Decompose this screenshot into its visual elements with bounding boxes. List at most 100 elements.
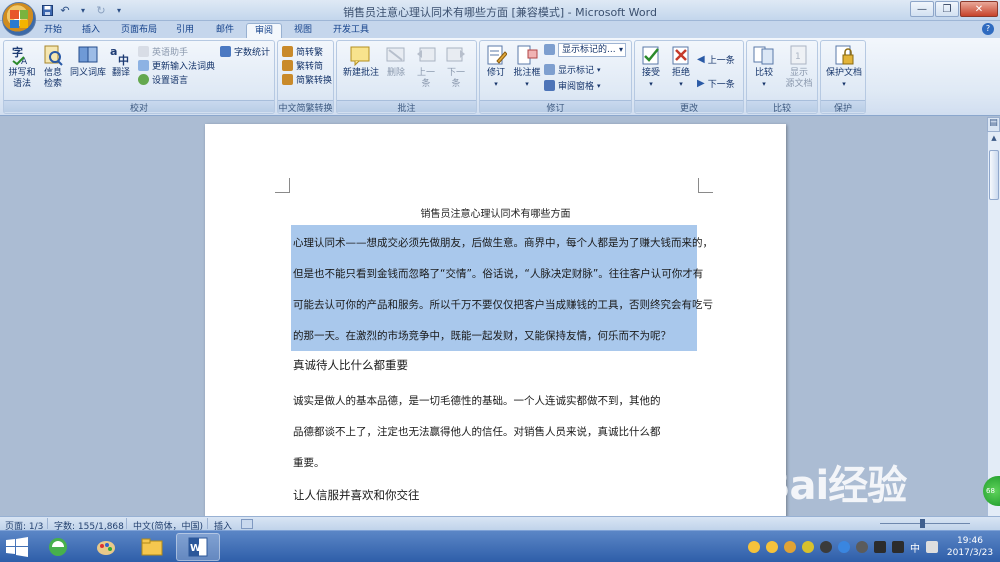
english-assistant-icon [138,46,149,57]
group-compare: 比较 ▾ 1 显示 源文档 比较 [746,40,818,114]
previous-comment-button[interactable]: 上一 条 [413,44,439,90]
convert-button[interactable]: 简繁转换 [282,73,332,86]
display-review-icon [544,44,555,55]
svg-text:1: 1 [795,52,801,62]
close-button[interactable]: ✕ [960,1,998,17]
show-markup-dropdown-icon: ▾ [597,65,601,74]
tray-app-icon[interactable] [784,541,796,553]
crop-mark-top-left [275,178,290,193]
view-ruler-icon[interactable]: ▤ [987,117,1000,132]
taskbar-explorer-icon[interactable] [130,533,174,561]
vertical-scrollbar[interactable]: ▲ [987,132,1000,516]
track-changes-button[interactable]: 修订 ▾ [482,44,510,90]
taskbar-word-icon[interactable]: W [176,533,220,561]
translate-button[interactable]: a中 翻译 [108,44,134,79]
to-simplified-label: 繁转简 [296,62,324,72]
paragraph-1[interactable]: 心理认同术——想成交必须先做朋友，后做生意。商界中，每个人都是为了赚大钱而来的，… [293,228,713,352]
taskbar-ie-icon[interactable] [36,533,80,561]
compare-icon [753,46,774,65]
accept-button[interactable]: 接受 ▾ [637,44,665,90]
tab-view[interactable]: 视图 [286,23,320,38]
zoom-slider[interactable] [880,523,970,524]
tab-page-layout[interactable]: 页面布局 [114,23,164,38]
tab-references[interactable]: 引用 [168,23,202,38]
update-ime-dictionary-button[interactable]: 更新输入法词典 [138,59,215,72]
previous-change-label: 上一条 [707,56,735,66]
document-title: 销售员注意心理认同术有哪些方面 [420,209,571,220]
group-comments: 新建批注 删除 上一 条 下一 条 批注 [336,40,477,114]
restore-button[interactable]: ❐ [935,1,959,17]
display-for-review-select[interactable]: 显示标记的... [558,43,626,57]
delete-comment-button[interactable]: 删除 [383,44,409,79]
set-language-label: 设置语言 [152,76,189,86]
tab-mailings[interactable]: 邮件 [208,23,242,38]
display-for-review-group [544,44,555,55]
previous-change-button[interactable]: ◀ 上一条 [697,53,735,66]
window-title: 销售员注意心理认同术有哪些方面 [兼容模式] - Microsoft Word [343,6,657,19]
set-language-button[interactable]: 设置语言 [138,73,188,86]
zoom-slider-knob[interactable] [920,519,925,528]
scrollbar-thumb[interactable] [989,150,999,200]
to-simplified-button[interactable]: 繁转简 [282,59,323,72]
tray-network-icon[interactable] [874,541,886,553]
thesaurus-icon [78,46,98,63]
next-change-button[interactable]: ▶ 下一条 [697,77,735,90]
spelling-grammar-button[interactable]: 字A 拼写和 语法 [6,44,38,90]
tab-insert[interactable]: 插入 [74,23,108,38]
windows-start-icon[interactable] [6,537,28,557]
tray-app-icon[interactable] [820,541,832,553]
help-icon[interactable]: ? [982,23,994,35]
paragraph-2-line: 诚实是做人的基本品德，是一切毛德性的基础。一个人连诚实都做不到，其他的 [293,395,661,407]
tray-keyboard-icon[interactable] [926,541,938,553]
reject-button[interactable]: 拒绝 ▾ [667,44,695,90]
group-label-comments: 批注 [337,100,476,114]
status-divider [207,518,208,529]
track-changes-label: 修订 [486,68,505,78]
group-tracking: 修订 ▾ 批注框 ▾ 显示标记的... 显示标记 ▾ 审阅窗格 ▾ 修订 [479,40,632,114]
new-comment-button[interactable]: 新建批注 [341,44,381,79]
protect-dropdown-icon: ▾ [842,80,846,88]
tray-app-icon[interactable] [802,541,814,553]
balloons-button[interactable]: 批注框 ▾ [512,44,542,90]
show-markup-icon [544,64,555,75]
paragraph-2[interactable]: 诚实是做人的基本品德，是一切毛德性的基础。一个人连诚实都做不到，其他的 品德都谈… [293,386,703,479]
thesaurus-label: 同义词库 [69,68,106,78]
tab-review[interactable]: 审阅 [246,23,282,38]
ime-indicator[interactable]: 中 [910,540,920,555]
reviewing-pane-button[interactable]: 审阅窗格 ▾ [544,79,601,92]
next-comment-button[interactable]: 下一 条 [443,44,469,90]
spelling-label-line1: 拼写和 [8,68,36,78]
word-count-button[interactable]: 字数统计 [220,45,270,58]
previous-label-line2: 条 [421,79,431,89]
office-button[interactable] [2,2,36,36]
show-markup-button[interactable]: 显示标记 ▾ [544,63,601,76]
balloons-label: 批注框 [513,68,541,78]
system-tray: 中 19:46 2017/3/23 [748,531,1000,562]
tab-developer[interactable]: 开发工具 [326,23,376,38]
english-assistant-button[interactable]: 英语助手 [138,45,188,58]
minimize-button[interactable]: — [910,1,934,17]
scroll-up-icon[interactable]: ▲ [988,132,1000,144]
tray-app-icon[interactable] [838,541,850,553]
group-chinese-conversion: 简转繁 繁转简 简繁转换 中文简繁转换 [277,40,334,114]
compare-button[interactable]: 比较 ▾ [749,44,779,90]
to-traditional-button[interactable]: 简转繁 [282,45,323,58]
tray-app-icon[interactable] [856,541,868,553]
macro-record-icon[interactable] [241,519,253,529]
taskbar-paint-icon[interactable] [84,533,128,561]
tray-qq-icon[interactable] [748,541,760,553]
svg-text:a: a [110,45,117,58]
group-label-changes: 更改 [635,100,743,114]
system-clock[interactable]: 19:46 2017/3/23 [944,535,996,559]
thesaurus-button[interactable]: 同义词库 [68,44,108,79]
group-changes: 接受 ▾ 拒绝 ▾ ◀ 上一条 ▶ 下一条 更改 [634,40,744,114]
compare-dropdown-icon: ▾ [762,80,766,88]
tray-volume-icon[interactable] [892,541,904,553]
research-button[interactable]: 信息 检索 [40,44,66,90]
show-source-button[interactable]: 1 显示 源文档 [781,44,817,90]
tray-qq-icon[interactable] [766,541,778,553]
research-label-line2: 检索 [43,79,62,89]
protect-document-button[interactable]: 保护文档 ▾ [823,44,865,90]
tab-home[interactable]: 开始 [36,23,70,38]
document-page[interactable]: 销售员注意心理认同术有哪些方面 心理认同术——想成交必须先做朋友，后做生意。商界… [205,124,786,516]
